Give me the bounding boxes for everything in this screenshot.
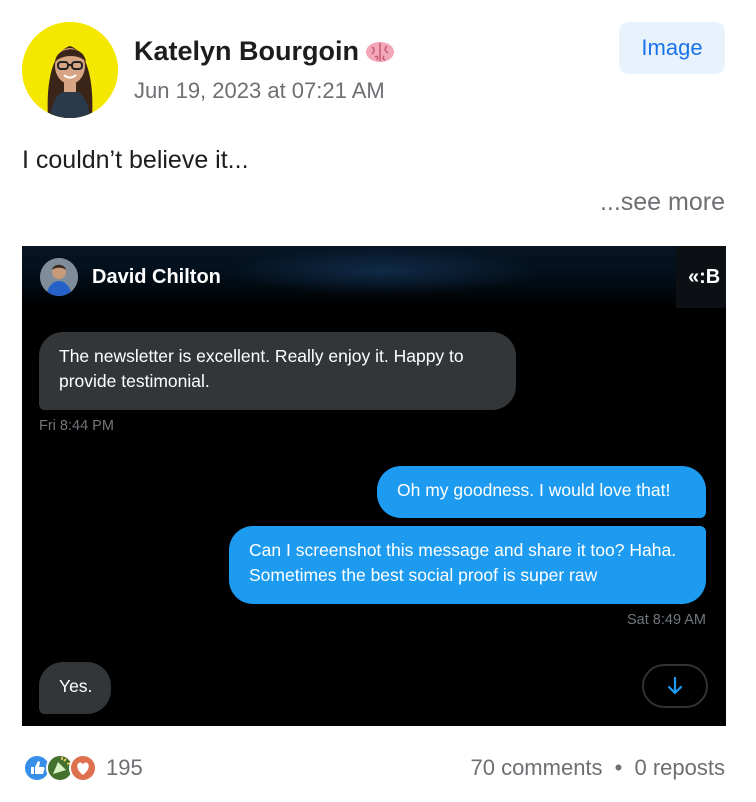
comments-count[interactable]: 70 comments: [470, 755, 602, 780]
brain-emoji-icon: [365, 40, 395, 64]
separator-dot: •: [614, 755, 623, 780]
author-avatar[interactable]: [22, 22, 118, 118]
reaction-count[interactable]: 195: [106, 755, 143, 781]
message-outgoing: Can I screenshot this message and share …: [229, 526, 706, 604]
message-timestamp: Fri 8:44 PM: [39, 418, 114, 434]
reaction-icons[interactable]: [22, 752, 100, 784]
arrow-down-icon: [667, 676, 683, 695]
love-icon: [69, 754, 97, 782]
message-outgoing: Oh my goodness. I would love that!: [377, 466, 706, 518]
contact-avatar: [40, 258, 78, 296]
author-name-text[interactable]: Katelyn Bourgoin: [134, 36, 359, 67]
post-date: Jun 19, 2023 at 07:21 AM: [134, 78, 385, 103]
scroll-down-button: [642, 664, 708, 708]
media-type-badge[interactable]: Image: [619, 22, 725, 74]
reposts-count[interactable]: 0 reposts: [635, 755, 726, 780]
message-incoming: Yes.: [39, 662, 111, 714]
header-corner-button: «:B: [676, 246, 726, 308]
engagement-stats: 70 comments • 0 reposts: [470, 755, 725, 781]
message-incoming: The newsletter is excellent. Really enjo…: [39, 332, 516, 410]
post-image[interactable]: David Chilton «:B The newsletter is exce…: [22, 246, 726, 726]
post-text: I couldn’t believe it...: [22, 146, 249, 174]
post-footer: 195 70 comments • 0 reposts: [0, 748, 756, 788]
author-name[interactable]: Katelyn Bourgoin: [134, 36, 395, 67]
message-timestamp: Sat 8:49 AM: [627, 612, 706, 628]
see-more-link[interactable]: ...see more: [600, 188, 725, 217]
contact-name: David Chilton: [92, 266, 221, 288]
